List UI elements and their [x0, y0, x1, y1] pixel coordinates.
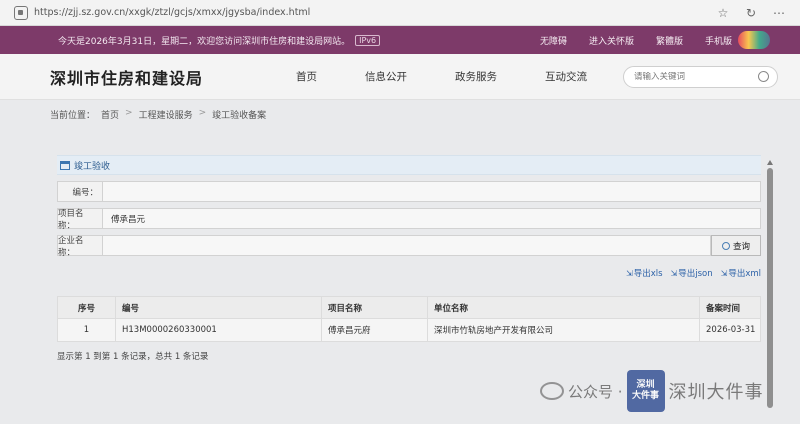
- table-row[interactable]: 1 H13M0000260330001 傅承昌元府 深圳市竹轨房地产开发有限公司…: [57, 318, 761, 342]
- breadcrumb-prefix: 当前位置：: [50, 111, 96, 121]
- cell-code: H13M0000260330001: [115, 318, 322, 342]
- page-scrollbar[interactable]: [767, 160, 774, 424]
- window-icon: [60, 160, 70, 170]
- main-nav: 首页 信息公开 政务服务 互动交流: [296, 69, 587, 84]
- query-button[interactable]: 查询: [711, 235, 761, 256]
- wechat-icon: [540, 382, 564, 400]
- export-xls-link[interactable]: ⇲ 导出xls: [625, 267, 663, 280]
- panel-title: 竣工验收: [74, 161, 111, 172]
- watermark-logo-line1: 深圳: [636, 380, 655, 391]
- company-name-input[interactable]: [103, 235, 711, 256]
- rainbow-logo-icon: [738, 31, 770, 49]
- cell-project: 傅承昌元府: [321, 318, 428, 342]
- traditional-chinese-link[interactable]: 繁體版: [656, 34, 683, 47]
- watermark-prefix: 公众号 ·: [568, 382, 623, 401]
- watermark: 公众号 · 深圳 大件事 深圳大件事: [540, 370, 764, 412]
- nav-info-disclosure[interactable]: 信息公开: [365, 69, 407, 84]
- project-name-input[interactable]: 傅承昌元: [103, 208, 761, 229]
- accessibility-link[interactable]: 无障碍: [540, 34, 567, 47]
- address-bar[interactable]: https://zjj.sz.gov.cn/xxgk/ztzl/gcjs/xmx…: [6, 2, 706, 24]
- site-title[interactable]: 深圳市住房和建设局: [50, 65, 280, 89]
- ipv6-badge: IPv6: [355, 34, 381, 46]
- code-label: 编号：: [57, 181, 103, 202]
- export-icon: ⇲: [670, 268, 678, 278]
- form-row-company: 企业名称： 查询: [57, 235, 761, 258]
- table-header-row: 序号 编号 项目名称 单位名称 备案时间: [57, 296, 761, 319]
- nav-gov-services[interactable]: 政务服务: [455, 69, 497, 84]
- breadcrumb-separator: >: [125, 108, 133, 118]
- nav-home[interactable]: 首页: [296, 69, 317, 84]
- top-info-strip: 今天是2026年3月31日，星期二，欢迎您访问深圳市住房和建设局网站。 IPv6…: [0, 26, 800, 54]
- export-icon: ⇲: [625, 268, 633, 278]
- mobile-version-link[interactable]: 手机版: [705, 34, 732, 47]
- col-header-project[interactable]: 项目名称: [321, 296, 428, 319]
- watermark-name: 深圳大件事: [668, 382, 764, 403]
- nav-interaction[interactable]: 互动交流: [545, 69, 587, 84]
- company-name-label: 企业名称：: [57, 235, 103, 258]
- cell-filing-date: 2026-03-31: [699, 318, 761, 342]
- breadcrumb-current: 竣工验收备案: [212, 111, 267, 121]
- export-icon: ⇲: [720, 268, 728, 278]
- cell-unit: 深圳市竹轨房地产开发有限公司: [427, 318, 700, 342]
- project-name-label: 项目名称：: [57, 208, 103, 231]
- scroll-up-icon[interactable]: [767, 160, 773, 165]
- col-header-unit[interactable]: 单位名称: [427, 296, 700, 319]
- watermark-logo: 深圳 大件事: [626, 370, 665, 412]
- browser-toolbar: https://zjj.sz.gov.cn/xxgk/ztzl/gcjs/xmx…: [0, 0, 800, 26]
- breadcrumb-engineering[interactable]: 工程建设服务: [139, 108, 193, 121]
- url-text[interactable]: https://zjj.sz.gov.cn/xxgk/ztzl/gcjs/xmx…: [34, 7, 310, 18]
- lock-icon: [14, 5, 28, 20]
- export-json-link[interactable]: ⇲ 导出json: [670, 267, 713, 280]
- export-json-label: 导出json: [678, 269, 713, 279]
- care-mode-link[interactable]: 进入关怀版: [589, 34, 634, 47]
- export-links: ⇲ 导出xls ⇲ 导出json ⇲ 导出xml: [57, 267, 761, 280]
- breadcrumb: 当前位置： 首页 > 工程建设服务 > 竣工验收备案: [50, 108, 266, 121]
- site-search[interactable]: [623, 65, 778, 88]
- panel-header: 竣工验收: [57, 155, 761, 175]
- favorite-star-icon[interactable]: ☆: [716, 6, 730, 20]
- site-header: 深圳市住房和建设局 首页 信息公开 政务服务 互动交流: [0, 54, 800, 100]
- menu-icon[interactable]: ⋯: [772, 6, 786, 20]
- cell-index: 1: [57, 318, 116, 342]
- code-input[interactable]: [103, 181, 761, 202]
- search-input[interactable]: [634, 71, 754, 82]
- refresh-icon[interactable]: ↻: [744, 6, 758, 20]
- export-xls-label: 导出xls: [633, 269, 663, 279]
- col-header-filing-date[interactable]: 备案时间: [699, 296, 761, 319]
- pagination-info: 显示第 1 到第 1 条记录，总共 1 条记录: [57, 352, 209, 362]
- breadcrumb-home[interactable]: 首页: [101, 108, 119, 121]
- col-header-code[interactable]: 编号: [115, 296, 322, 319]
- col-header-index[interactable]: 序号: [57, 296, 116, 319]
- watermark-logo-line2: 大件事: [632, 391, 660, 401]
- breadcrumb-separator: >: [198, 108, 207, 118]
- magnifier-icon: [721, 241, 730, 250]
- export-xml-link[interactable]: ⇲ 导出xml: [720, 267, 761, 280]
- scroll-thumb[interactable]: [767, 168, 773, 408]
- form-row-code: 编号：: [57, 181, 761, 202]
- search-panel: 竣工验收 编号： 项目名称： 傅承昌元 企业名称： 查询 ⇲ 导出xls ⇲ 导出j…: [57, 155, 761, 342]
- welcome-text: 今天是2026年3月31日，星期二，欢迎您访问深圳市住房和建设局网站。: [58, 36, 351, 47]
- export-xml-label: 导出xml: [728, 269, 761, 279]
- form-row-project: 项目名称： 傅承昌元: [57, 208, 761, 231]
- search-icon[interactable]: [758, 71, 769, 82]
- results-table: 序号 编号 项目名称 单位名称 备案时间 1 H13M0000260330001…: [57, 296, 761, 342]
- query-button-label: 查询: [732, 241, 750, 252]
